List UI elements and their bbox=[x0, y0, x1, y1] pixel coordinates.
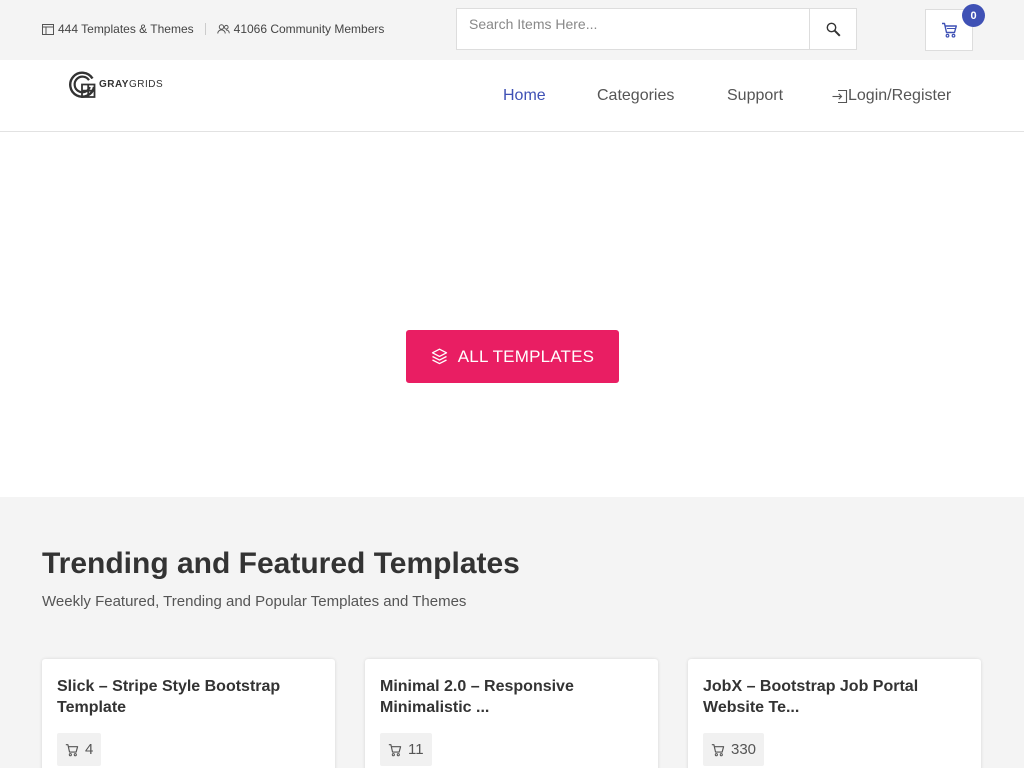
search-box bbox=[456, 8, 857, 50]
members-stat: 41066 Community Members bbox=[216, 22, 385, 36]
layers-icon bbox=[431, 348, 447, 365]
all-templates-label: ALL TEMPLATES bbox=[457, 346, 595, 366]
template-icon bbox=[42, 23, 54, 35]
logo-text-bold: GRAY bbox=[99, 78, 129, 90]
template-card[interactable]: Minimal 2.0 – Responsive Minimalistic ..… bbox=[365, 659, 658, 768]
nav-item-categories[interactable]: Categories bbox=[597, 87, 674, 105]
section-subtitle: Weekly Featured, Trending and Popular Te… bbox=[42, 593, 467, 610]
template-sales-count: 330 bbox=[731, 741, 757, 758]
cart-count-badge: 0 bbox=[962, 4, 985, 27]
hero-section: ALL TEMPLATES bbox=[0, 132, 1024, 497]
search-input[interactable] bbox=[457, 9, 809, 49]
templates-count: 444 Templates & Themes bbox=[58, 22, 194, 36]
template-card[interactable]: JobX – Bootstrap Job Portal Website Te..… bbox=[688, 659, 981, 768]
trending-section: Trending and Featured Templates Weekly F… bbox=[0, 497, 1024, 768]
template-card-title[interactable]: JobX – Bootstrap Job Portal Website Te..… bbox=[703, 676, 963, 718]
main-navbar: GRAYGRIDS Home Categories Support Login/… bbox=[0, 60, 1024, 132]
top-bar: 444 Templates & Themes 41066 Community M… bbox=[0, 0, 1024, 60]
template-card[interactable]: Slick – Stripe Style Bootstrap Template … bbox=[42, 659, 335, 768]
section-title: Trending and Featured Templates bbox=[42, 547, 520, 580]
users-icon bbox=[216, 24, 230, 34]
all-templates-button[interactable]: ALL TEMPLATES bbox=[406, 330, 619, 383]
search-icon bbox=[826, 22, 841, 37]
search-button[interactable] bbox=[809, 9, 856, 49]
cart-icon bbox=[388, 743, 402, 756]
template-sales-badge: 330 bbox=[703, 733, 765, 766]
members-count: 41066 Community Members bbox=[233, 22, 385, 36]
template-sales-count: 4 bbox=[85, 741, 94, 758]
template-sales-badge: 4 bbox=[57, 733, 102, 766]
template-card-title[interactable]: Slick – Stripe Style Bootstrap Template bbox=[57, 676, 317, 718]
graygrids-logo[interactable]: GRAYGRIDS bbox=[67, 69, 163, 99]
logo-text-light: GRIDS bbox=[128, 78, 164, 90]
cart-button[interactable]: 0 bbox=[925, 4, 985, 51]
logo-text: GRAYGRIDS bbox=[99, 79, 163, 90]
nav-item-home[interactable]: Home bbox=[503, 87, 546, 105]
cart-icon bbox=[711, 743, 725, 756]
nav-item-support[interactable]: Support bbox=[727, 87, 783, 105]
nav-item-login-register[interactable]: Login/Register bbox=[832, 87, 951, 105]
site-stats: 444 Templates & Themes 41066 Community M… bbox=[42, 22, 384, 36]
cart-icon bbox=[65, 743, 79, 756]
template-sales-badge: 11 bbox=[380, 733, 432, 766]
template-card-title[interactable]: Minimal 2.0 – Responsive Minimalistic ..… bbox=[380, 676, 640, 718]
cart-icon bbox=[941, 22, 957, 38]
stat-divider bbox=[204, 23, 206, 35]
template-sales-count: 11 bbox=[408, 741, 424, 758]
templates-stat: 444 Templates & Themes bbox=[42, 22, 194, 36]
login-icon bbox=[832, 89, 848, 103]
login-register-label: Login/Register bbox=[848, 87, 952, 104]
graygrids-logo-icon bbox=[69, 71, 96, 98]
